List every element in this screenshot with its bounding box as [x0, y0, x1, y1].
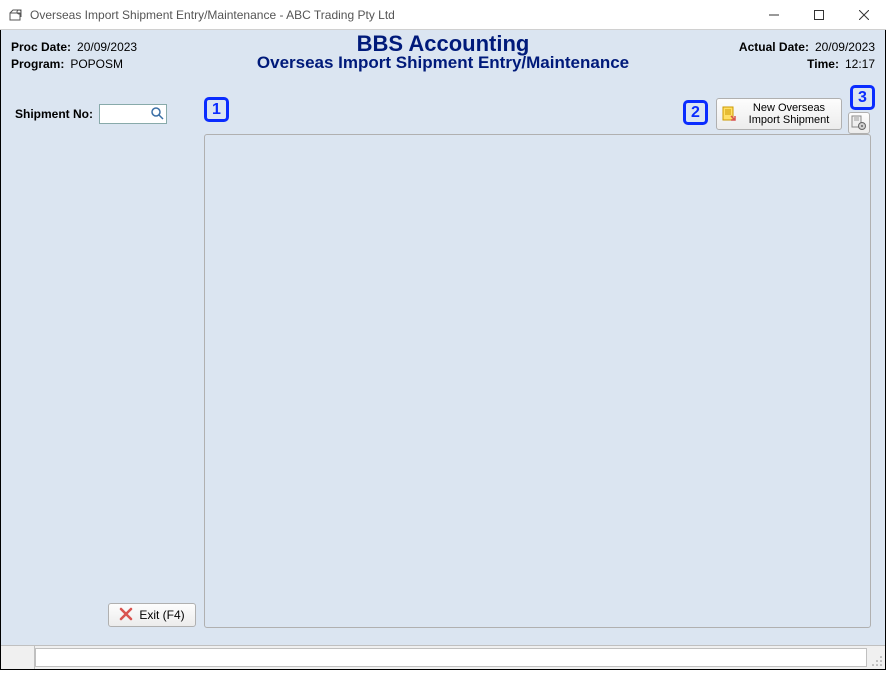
- program-label: Program:: [11, 56, 64, 72]
- client-area: Proc Date: 20/09/2023 BBS Accounting Act…: [0, 30, 886, 670]
- new-overseas-import-shipment-button[interactable]: New OverseasImport Shipment: [716, 98, 842, 130]
- callout-1: 1: [204, 97, 229, 122]
- actual-date-label: Actual Date:: [739, 39, 809, 55]
- resize-grip[interactable]: [869, 646, 885, 669]
- close-x-icon: [119, 607, 133, 624]
- status-bar: [1, 645, 885, 669]
- header-area: Proc Date: 20/09/2023 BBS Accounting Act…: [1, 30, 885, 72]
- status-cell-main: [35, 648, 867, 667]
- window-titlebar: Overseas Import Shipment Entry/Maintenan…: [0, 0, 886, 30]
- shipment-row: Shipment No:: [15, 104, 167, 124]
- actual-date-value: 20/09/2023: [815, 39, 875, 55]
- app-icon: [8, 7, 24, 23]
- window-title: Overseas Import Shipment Entry/Maintenan…: [30, 8, 751, 22]
- exit-button[interactable]: Exit (F4): [108, 603, 196, 627]
- transaction-settings-button[interactable]: [848, 112, 870, 134]
- time-value: 12:17: [845, 56, 875, 72]
- maximize-button[interactable]: [796, 0, 841, 29]
- new-overseas-button-label: New OverseasImport Shipment: [741, 102, 837, 126]
- minimize-button[interactable]: [751, 0, 796, 29]
- search-icon[interactable]: [150, 106, 164, 120]
- close-button[interactable]: [841, 0, 886, 29]
- status-cell-left: [1, 646, 35, 669]
- callout-2: 2: [683, 100, 708, 125]
- exit-button-label: Exit (F4): [139, 608, 184, 622]
- new-document-icon: [721, 106, 737, 122]
- time-label: Time:: [807, 56, 839, 72]
- proc-date-value: 20/09/2023: [77, 39, 137, 55]
- window-controls: [751, 0, 886, 29]
- app-subtitle: Overseas Import Shipment Entry/Maintenan…: [257, 53, 629, 72]
- gear-document-icon: [851, 115, 867, 131]
- shipment-no-label: Shipment No:: [15, 107, 93, 121]
- content-frame: [204, 134, 871, 628]
- proc-date-label: Proc Date:: [11, 39, 71, 55]
- shipment-input-wrapper: [99, 104, 167, 124]
- program-value: POPOSM: [70, 56, 123, 72]
- callout-3: 3: [850, 85, 875, 110]
